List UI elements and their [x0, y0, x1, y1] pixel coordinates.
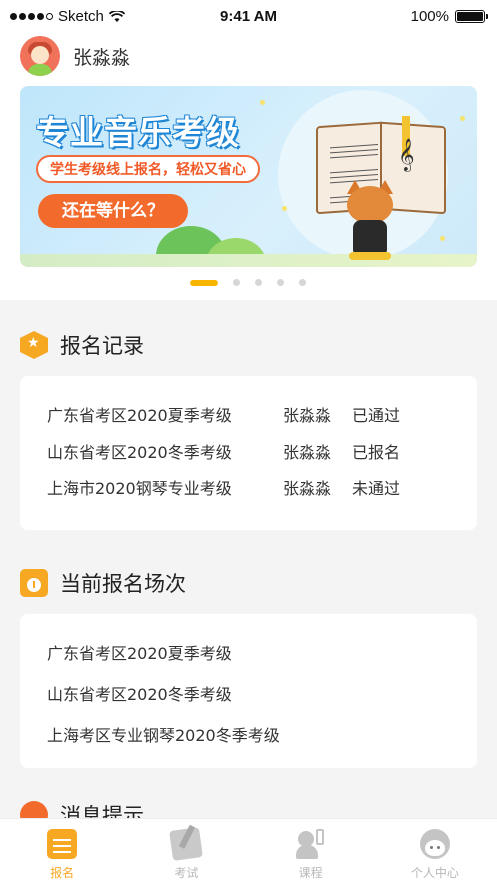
session-item[interactable]: 广东省考区2020夏季考级: [47, 640, 232, 664]
record-status: 已报名: [352, 443, 401, 462]
status-bar: Sketch 9:41 AM 100%: [0, 0, 497, 34]
carousel-dot-active[interactable]: [190, 279, 218, 286]
battery-percent: 100%: [410, 8, 449, 25]
record-status: 未通过: [352, 479, 401, 498]
tab-label: 个人中心: [410, 866, 459, 880]
records-title: 报名记录: [60, 334, 144, 358]
records-section-title: 报名记录: [20, 330, 144, 360]
tab-course[interactable]: 课程: [249, 819, 373, 883]
record-row[interactable]: 山东省考区2020冬季考级 张淼淼 已报名: [47, 439, 467, 462]
session-item[interactable]: 山东省考区2020冬季考级: [47, 681, 232, 705]
tab-label: 课程: [298, 866, 323, 880]
record-row[interactable]: 上海市2020钢琴专业考级 张淼淼 未通过: [47, 475, 467, 498]
banner-subtitle: 学生考级线上报名，轻松又省心: [36, 155, 260, 183]
profile-icon: [419, 829, 450, 859]
avatar[interactable]: [20, 36, 60, 76]
banner-cta-button[interactable]: 还在等什么？: [38, 194, 188, 228]
carousel-dot[interactable]: [233, 279, 240, 286]
record-status: 已通过: [352, 406, 401, 425]
course-icon: [295, 829, 326, 859]
carousel-dot[interactable]: [255, 279, 262, 286]
records-card: 广东省考区2020夏季考级 张淼淼 已通过 山东省考区2020冬季考级 张淼淼 …: [20, 376, 477, 530]
current-title: 当前报名场次: [60, 572, 186, 596]
record-name: 张淼淼: [283, 479, 332, 498]
tab-label: 考试: [174, 866, 199, 880]
clock-icon: [20, 569, 48, 597]
exam-icon: [169, 827, 204, 861]
current-card: 广东省考区2020夏季考级 山东省考区2020冬季考级 上海考区专业钢琴2020…: [20, 614, 477, 768]
badge-icon: [20, 331, 48, 359]
carousel-dot[interactable]: [299, 279, 306, 286]
record-name: 张淼淼: [283, 443, 332, 462]
current-section-title: 当前报名场次: [20, 568, 186, 598]
signup-icon: [47, 829, 78, 859]
record-exam: 广东省考区2020夏季考级: [47, 406, 232, 425]
carousel-dot[interactable]: [277, 279, 284, 286]
tab-profile[interactable]: 个人中心: [373, 819, 497, 883]
username: 张淼淼: [73, 47, 131, 69]
fox-mascot-icon: [345, 180, 395, 264]
header: 张淼淼: [0, 34, 497, 80]
carousel-indicators: [190, 279, 306, 286]
banner-title: 专业音乐考级: [36, 113, 240, 152]
record-exam: 上海市2020钢琴专业考级: [47, 479, 232, 498]
record-row[interactable]: 广东省考区2020夏季考级 张淼淼 已通过: [47, 402, 467, 425]
promo-banner[interactable]: 专业音乐考级 学生考级线上报名，轻松又省心 还在等什么？ 𝄞: [20, 86, 477, 267]
tab-exam[interactable]: 考试: [124, 819, 248, 883]
tab-signup[interactable]: 报名: [0, 819, 124, 883]
tab-label: 报名: [50, 866, 75, 880]
record-exam: 山东省考区2020冬季考级: [47, 443, 232, 462]
session-item[interactable]: 上海考区专业钢琴2020冬季考级: [47, 722, 280, 746]
battery-group: 100%: [410, 8, 488, 25]
tab-bar: 报名 考试 课程 个人中心: [0, 818, 497, 883]
battery-icon: [455, 10, 488, 23]
ground-illustration: [20, 254, 477, 267]
record-name: 张淼淼: [283, 406, 332, 425]
